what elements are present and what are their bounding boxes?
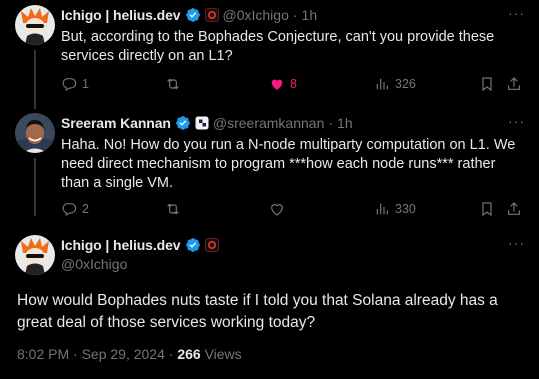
- timestamp[interactable]: 8:02 PM · Sep 29, 2024 ·: [17, 346, 177, 362]
- author-handle[interactable]: @sreeramkannan: [213, 115, 325, 131]
- avatar[interactable]: [15, 235, 55, 275]
- tweet-actions: 1 8 326: [61, 76, 531, 94]
- author-name[interactable]: Sreeram Kannan: [61, 115, 171, 131]
- share-icon: [508, 202, 520, 215]
- main-tweet-text: How would Bophades nuts taste if I told …: [17, 292, 498, 331]
- views-label: Views: [204, 346, 242, 362]
- avatar[interactable]: [15, 5, 55, 45]
- separator-dot: ·: [292, 7, 298, 23]
- bookmark-button[interactable]: [479, 201, 495, 217]
- separator-dot: ·: [328, 115, 334, 131]
- tweet-meta: 8:02 PM · Sep 29, 2024 · 266 Views: [17, 346, 242, 362]
- author-name[interactable]: Ichigo | helius.dev: [61, 237, 181, 253]
- share-button[interactable]: [506, 201, 522, 217]
- retweet-icon: [167, 78, 179, 90]
- views-button[interactable]: 330: [374, 201, 416, 217]
- ichigo-avatar-icon: [15, 5, 55, 45]
- like-button[interactable]: [269, 201, 290, 217]
- main-tweet-header: Ichigo | helius.dev: [61, 237, 219, 253]
- like-button[interactable]: 8: [269, 76, 297, 92]
- bookmark-icon: [482, 77, 492, 92]
- share-button[interactable]: [506, 76, 522, 92]
- reply-button[interactable]: 2: [61, 201, 89, 217]
- tweet-time[interactable]: 1h: [302, 7, 318, 23]
- tweet-header: Sreeram Kannan @sreeramkannan · 1h: [61, 115, 353, 131]
- more-options-icon[interactable]: ···: [508, 5, 525, 21]
- thread-line: [34, 50, 36, 109]
- reply-icon: [62, 203, 77, 217]
- author-handle[interactable]: @0xIchigo: [223, 7, 289, 23]
- reply-button[interactable]: 1: [61, 76, 89, 92]
- views-chart-icon: [376, 203, 388, 215]
- avatar[interactable]: [15, 113, 55, 153]
- views-button[interactable]: 326: [374, 76, 416, 92]
- reply-icon: [62, 78, 77, 92]
- tweet-text: Haha. No! How do you run a N-node multip…: [61, 137, 516, 191]
- more-options-icon[interactable]: ···: [508, 113, 525, 129]
- verified-badge-icon: [185, 8, 200, 22]
- author-name[interactable]: Ichigo | helius.dev: [61, 7, 181, 23]
- reply-count: 2: [82, 202, 89, 216]
- retweet-button[interactable]: [165, 201, 186, 217]
- tweet-text: But, according to the Bophades Conjectur…: [61, 29, 495, 64]
- view-count: 326: [395, 77, 416, 91]
- reply-count: 1: [82, 77, 89, 91]
- heart-icon: [271, 204, 283, 216]
- tweet-time[interactable]: 1h: [337, 115, 353, 131]
- sreeram-avatar-icon: [15, 113, 55, 153]
- views-chart-icon: [376, 78, 388, 90]
- views-count: 266: [177, 346, 201, 362]
- ichigo-avatar-icon: [15, 235, 55, 275]
- view-count: 330: [395, 202, 416, 216]
- share-icon: [508, 77, 520, 90]
- like-count: 8: [290, 77, 297, 91]
- tweet-actions: 2 330: [61, 201, 531, 219]
- bookmark-icon: [482, 202, 492, 217]
- heart-filled-icon: [271, 79, 283, 90]
- retweet-icon: [167, 203, 179, 215]
- affiliate-badge-icon[interactable]: [204, 8, 219, 22]
- verified-badge-icon: [185, 238, 200, 252]
- eigenlayer-affiliate-icon[interactable]: [195, 116, 209, 130]
- retweet-button[interactable]: [165, 76, 186, 92]
- more-options-icon[interactable]: ···: [508, 235, 525, 251]
- author-handle[interactable]: @0xIchigo: [61, 256, 127, 272]
- thread-line: [34, 158, 36, 216]
- verified-badge-icon: [176, 116, 190, 130]
- affiliate-badge-icon[interactable]: [204, 238, 219, 252]
- bookmark-button[interactable]: [479, 76, 495, 92]
- tweet-header: Ichigo | helius.dev @0xIchigo · 1h: [61, 7, 317, 23]
